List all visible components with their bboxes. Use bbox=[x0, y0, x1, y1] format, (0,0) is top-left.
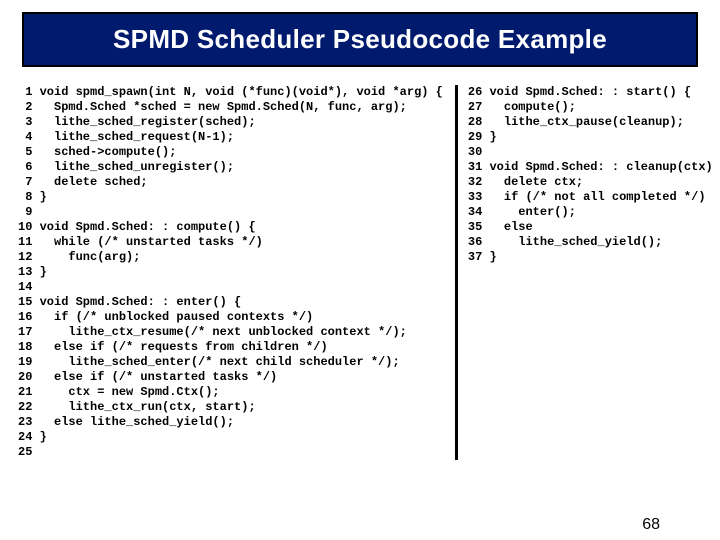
code-right: 26 void Spmd.Sched: : start() { 27 compu… bbox=[468, 85, 720, 265]
code-left: 1 void spmd_spawn(int N, void (*func)(vo… bbox=[18, 85, 443, 460]
code-column-right: 26 void Spmd.Sched: : start() { 27 compu… bbox=[458, 85, 720, 460]
title-bar: SPMD Scheduler Pseudocode Example bbox=[22, 12, 698, 67]
slide: SPMD Scheduler Pseudocode Example 1 void… bbox=[0, 12, 720, 540]
slide-title: SPMD Scheduler Pseudocode Example bbox=[32, 24, 688, 55]
code-area: 1 void spmd_spawn(int N, void (*func)(vo… bbox=[18, 85, 698, 460]
code-column-left: 1 void spmd_spawn(int N, void (*func)(vo… bbox=[18, 85, 458, 460]
page-number: 68 bbox=[642, 516, 660, 534]
